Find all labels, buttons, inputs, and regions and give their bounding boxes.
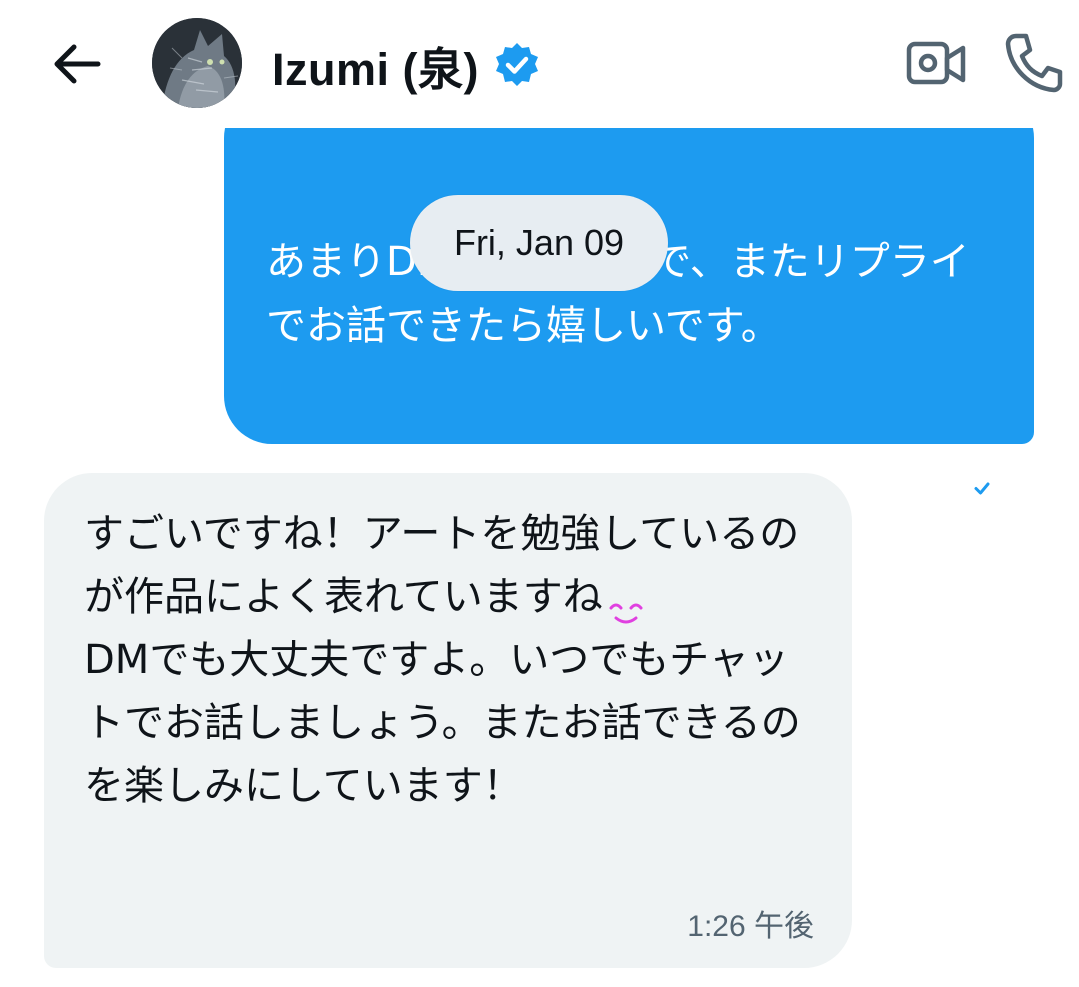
contact-name-row[interactable]: Izumi (泉) <box>272 30 541 100</box>
contact-name: Izumi (泉) <box>272 43 479 95</box>
date-separator: Fri, Jan 09 <box>410 195 668 291</box>
phone-call-icon <box>1005 33 1063 93</box>
read-check-icon <box>968 474 996 502</box>
incoming-message-line-1: すごいですね！アートを勉強しているのが作品によく表れていますね <box>84 511 800 620</box>
avatar[interactable] <box>152 18 242 108</box>
cat-avatar-image <box>152 18 242 108</box>
back-button[interactable] <box>44 36 108 92</box>
video-call-icon <box>906 41 966 85</box>
incoming-message-text: すごいですね！アートを勉強しているのが作品によく表れていますね DMでも大丈夫で… <box>84 503 804 818</box>
arrow-left-icon <box>54 44 101 84</box>
conversation-header: Izumi (泉) <box>0 0 1079 128</box>
incoming-message-line-2: DMでも大丈夫ですよ。いつでもチャットでお話しましょう。またお話できるのを楽しみ… <box>84 637 801 809</box>
incoming-message-bubble[interactable]: すごいですね！アートを勉強しているのが作品によく表れていますね DMでも大丈夫で… <box>44 473 852 968</box>
incoming-message-time: 1:26 午後 <box>687 910 814 943</box>
phone-call-button[interactable] <box>1002 30 1066 94</box>
verified-badge-icon <box>493 41 541 89</box>
smiling-face-icon <box>607 584 645 624</box>
video-call-button[interactable] <box>904 34 968 94</box>
